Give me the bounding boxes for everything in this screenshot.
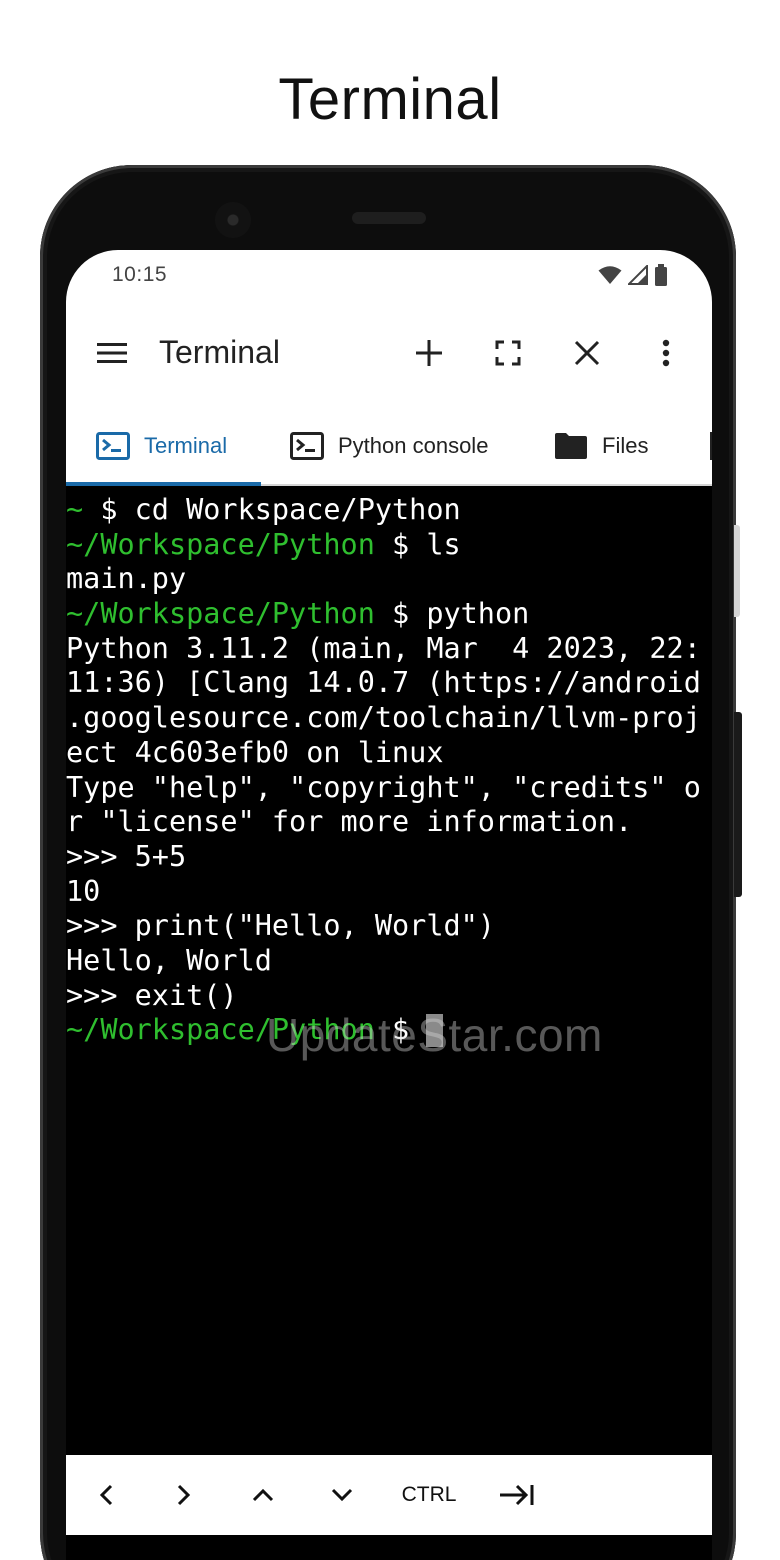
terminal-text: $ ls (374, 527, 461, 561)
terminal-line: ~ $ cd Workspace/Python (66, 493, 712, 528)
terminal-text: ect 4c603efb0 on linux (66, 735, 444, 769)
prompt-path: ~ (66, 493, 101, 526)
phone-screen: 10:15 Terminal Terminal Python console F… (66, 250, 712, 1560)
terminal-text: Type "help", "copyright", "credits" o (66, 770, 701, 804)
more-vert-icon[interactable] (654, 300, 678, 406)
tab-label: Python console (338, 433, 489, 458)
watermark: UpdateStar.com (266, 1009, 603, 1061)
tab-python-console[interactable]: Python console (290, 406, 488, 486)
terminal-text: 11:36) [Clang 14.0.7 (https://android (66, 666, 701, 700)
wifi-icon (598, 266, 622, 284)
fullscreen-icon[interactable] (490, 300, 526, 406)
down-arrow-key[interactable] (324, 1455, 360, 1535)
terminal-icon (290, 432, 324, 460)
phone-side-button (734, 525, 740, 617)
terminal-text: main.py (66, 562, 187, 596)
terminal-line: ~/Workspace/Python $ python (66, 597, 712, 632)
terminal-line: ~/Workspace/Python $ ls (66, 528, 712, 563)
terminal-line: >>> print("Hello, World") (66, 909, 712, 944)
tab-key[interactable] (496, 1455, 538, 1535)
earpiece-speaker (352, 212, 426, 224)
chevron-up-icon (252, 1488, 274, 1502)
terminal-output[interactable]: ~ $ cd Workspace/Python ~/Workspace/Pytho… (66, 493, 712, 1453)
tab-files[interactable]: Files (554, 406, 648, 486)
tab-label: Terminal (144, 433, 228, 458)
terminal-text: .googlesource.com/toolchain/llvm-proj (66, 701, 701, 735)
terminal-line: main.py (66, 562, 712, 597)
terminal-text: r "license" for more information. (66, 805, 633, 839)
add-icon[interactable] (411, 300, 447, 406)
page-caption: Terminal (278, 67, 502, 132)
terminal-text: >>> 5+5 (66, 839, 187, 873)
terminal-line: .googlesource.com/toolchain/llvm-proj (66, 701, 712, 736)
status-icons (598, 264, 668, 286)
terminal-line: Hello, World (66, 944, 712, 979)
signal-icon (628, 265, 648, 285)
terminal-text: $ python (374, 597, 530, 631)
status-bar: 10:15 (66, 250, 712, 300)
app-toolbar: Terminal (66, 300, 712, 406)
terminal-line: ect 4c603efb0 on linux (66, 736, 712, 771)
phone-volume-button (734, 712, 742, 897)
terminal-icon (96, 432, 130, 460)
chevron-left-icon (99, 1484, 113, 1506)
terminal-text: >>> exit() (66, 978, 238, 1012)
close-icon[interactable] (569, 300, 605, 406)
chevron-down-icon (331, 1488, 353, 1502)
menu-icon[interactable] (94, 300, 130, 406)
tab-label: Files (602, 433, 649, 458)
prompt-path: ~/Workspace/Python (66, 527, 375, 561)
terminal-text: >>> print("Hello, World") (66, 909, 495, 943)
toolbar-title: Terminal (159, 334, 280, 370)
terminal-text: Python 3.11.2 (main, Mar 4 2023, 22: (66, 631, 701, 665)
terminal-line: Python 3.11.2 (main, Mar 4 2023, 22: (66, 632, 712, 667)
terminal-text: Hello, World (66, 943, 272, 977)
tab-active-indicator (66, 482, 261, 486)
tab-bar: Terminal Python console Files (66, 406, 712, 486)
chevron-right-icon (177, 1484, 191, 1506)
ctrl-key[interactable]: CTRL (396, 1455, 462, 1535)
tab-overflow-edge (710, 432, 712, 460)
battery-icon (655, 264, 667, 286)
extra-keys-bar: CTRL (66, 1455, 712, 1535)
terminal-text: 10 (66, 874, 101, 908)
right-arrow-key[interactable] (166, 1455, 202, 1535)
prompt-path: ~/Workspace/Python (66, 597, 375, 631)
terminal-text: $ cd Workspace/Python (100, 493, 461, 526)
tab-terminal[interactable]: Terminal (96, 406, 227, 486)
terminal-line: 11:36) [Clang 14.0.7 (https://android (66, 666, 712, 701)
up-arrow-key[interactable] (245, 1455, 281, 1535)
folder-icon (555, 433, 587, 459)
front-camera (215, 202, 251, 238)
terminal-line: 10 (66, 875, 712, 910)
tab-icon (500, 1484, 534, 1506)
terminal-line: r "license" for more information. (66, 805, 712, 840)
terminal-line: Type "help", "copyright", "credits" o (66, 771, 712, 806)
terminal-line: >>> 5+5 (66, 840, 712, 875)
status-time: 10:15 (112, 263, 168, 286)
left-arrow-key[interactable] (88, 1455, 124, 1535)
